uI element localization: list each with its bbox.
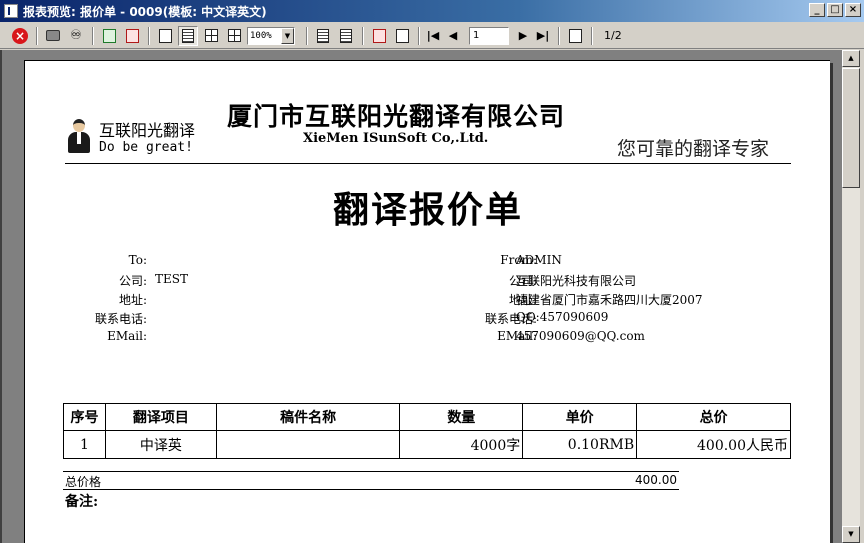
company-full-name: 厦门市互联阳光翻译有限公司 bbox=[227, 102, 566, 131]
motto: Do be great! bbox=[99, 140, 193, 155]
col-header-unit-price: 单价 bbox=[522, 403, 638, 431]
single-page-button[interactable] bbox=[155, 26, 175, 46]
print-button[interactable] bbox=[43, 26, 63, 46]
settings-button[interactable] bbox=[565, 26, 585, 46]
brand-name: 互联阳光翻译 bbox=[99, 121, 196, 140]
four-page-icon bbox=[227, 29, 241, 42]
toolbar-separator bbox=[306, 26, 308, 45]
layout-icon bbox=[317, 28, 329, 43]
export-pdf-button[interactable] bbox=[122, 26, 142, 46]
title-bar: 报表预览: 报价单 - 0009(模板: 中文译英文) _ □ × bbox=[0, 0, 864, 22]
page-count: 1/2 bbox=[604, 29, 622, 42]
col-header-quantity: 数量 bbox=[399, 403, 524, 431]
close-icon: × bbox=[12, 27, 28, 44]
toolbar: × ♾ 100% ▼ |◀ ◀ 1 ▶ ▶| 1/2 bbox=[0, 23, 864, 49]
preview-area[interactable]: 互联阳光翻译 Do be great! 厦门市互联阳光翻译有限公司 XieMen… bbox=[0, 50, 842, 543]
maximize-button[interactable]: □ bbox=[827, 3, 843, 17]
col-header-total: 总价 bbox=[636, 403, 791, 431]
cell-quantity: 4000字 bbox=[399, 430, 524, 459]
from-phone-label: 联系电话: bbox=[484, 312, 537, 326]
col-header-index: 序号 bbox=[63, 403, 106, 431]
report-page: 互联阳光翻译 Do be great! 厦门市互联阳光翻译有限公司 XieMen… bbox=[24, 60, 830, 543]
from-value: ADMIN bbox=[516, 253, 562, 267]
cell-item: 中译英 bbox=[104, 430, 217, 459]
toolbar-separator bbox=[36, 26, 38, 45]
cell-index: 1 bbox=[63, 430, 106, 459]
cell-total: 400.00人民币 bbox=[636, 430, 791, 459]
edit-icon bbox=[395, 28, 409, 43]
toolbar-separator bbox=[418, 26, 420, 45]
quote-items-table: 序号 翻译项目 稿件名称 数量 单价 总价 1 中译英 4000字 0.10RM… bbox=[63, 403, 791, 459]
tree-icon bbox=[340, 28, 352, 43]
remark-label: 备注: bbox=[65, 494, 99, 510]
zoom-select[interactable]: 100% ▼ bbox=[247, 26, 295, 45]
delete-icon bbox=[372, 28, 386, 43]
total-bottom-rule bbox=[63, 489, 679, 490]
toolbar-separator bbox=[591, 26, 593, 45]
from-phone-value: QQ:457090609 bbox=[516, 310, 609, 324]
translator-logo-icon bbox=[67, 119, 91, 153]
from-address-value: 福建省厦门市嘉禾路四川大厦2007 bbox=[516, 293, 703, 307]
chevron-down-icon[interactable]: ▼ bbox=[281, 27, 294, 44]
settings-icon bbox=[568, 28, 582, 43]
close-window-button[interactable]: × bbox=[845, 3, 861, 17]
from-email-value: 457090609@QQ.com bbox=[516, 329, 645, 343]
scroll-up-icon[interactable]: ▲ bbox=[842, 50, 860, 67]
tree-button[interactable] bbox=[336, 26, 356, 46]
toolbar-separator bbox=[362, 26, 364, 45]
company-english-name: XieMen ISunSoft Co,.Ltd. bbox=[303, 131, 489, 146]
from-address-label: 地址: bbox=[508, 293, 537, 307]
cell-doc-name bbox=[215, 430, 401, 459]
find-button[interactable]: ♾ bbox=[66, 26, 86, 46]
export-excel-button[interactable] bbox=[99, 26, 119, 46]
from-company-value: 互联阳光科技有限公司 bbox=[516, 274, 637, 288]
scroll-down-icon[interactable]: ▼ bbox=[842, 526, 860, 543]
vertical-scrollbar[interactable]: ▲ ▼ bbox=[842, 50, 860, 543]
export-pdf-icon bbox=[125, 28, 139, 43]
toolbar-separator bbox=[92, 26, 94, 45]
window-border bbox=[860, 50, 864, 543]
four-page-button[interactable] bbox=[224, 26, 244, 46]
from-company-label: 公司: bbox=[508, 274, 537, 288]
page-width-button[interactable] bbox=[178, 25, 198, 46]
table-header-row: 序号 翻译项目 稿件名称 数量 单价 总价 bbox=[63, 403, 791, 431]
header-divider bbox=[65, 163, 791, 164]
minimize-button[interactable]: _ bbox=[809, 3, 825, 17]
find-icon: ♾ bbox=[70, 28, 82, 43]
window-title: 报表预览: 报价单 - 0009(模板: 中文译英文) bbox=[23, 4, 267, 19]
toolbar-separator bbox=[148, 26, 150, 45]
page-width-icon bbox=[182, 28, 194, 43]
export-excel-icon bbox=[102, 28, 116, 43]
multi-page-button[interactable] bbox=[201, 26, 221, 46]
scroll-thumb[interactable] bbox=[842, 68, 860, 188]
close-preview-button[interactable]: × bbox=[10, 26, 30, 46]
first-page-icon[interactable]: |◀ bbox=[425, 29, 441, 42]
app-icon bbox=[4, 4, 18, 18]
toolbar-separator bbox=[558, 26, 560, 45]
zoom-value: 100% bbox=[250, 30, 272, 41]
table-row: 1 中译英 4000字 0.10RMB 400.00人民币 bbox=[63, 430, 791, 459]
cell-unit-price: 0.10RMB bbox=[522, 430, 638, 459]
slogan: 您可靠的翻译专家 bbox=[617, 138, 770, 160]
single-page-icon bbox=[158, 28, 172, 43]
report-preview-window: 报表预览: 报价单 - 0009(模板: 中文译英文) _ □ × × ♾ 10… bbox=[0, 0, 864, 543]
col-header-doc-name: 稿件名称 bbox=[215, 403, 401, 431]
edit-button[interactable] bbox=[392, 26, 412, 46]
next-page-icon[interactable]: ▶ bbox=[515, 29, 531, 42]
from-label: From: bbox=[500, 253, 537, 267]
layout-button[interactable] bbox=[313, 26, 333, 46]
report-title: 翻译报价单 bbox=[332, 189, 523, 231]
total-top-rule bbox=[63, 471, 679, 472]
print-icon bbox=[46, 30, 60, 41]
prev-page-icon[interactable]: ◀ bbox=[445, 29, 461, 42]
page-number-input[interactable]: 1 bbox=[469, 26, 509, 45]
from-email-label: EMail: bbox=[497, 329, 537, 343]
total-value: 400.00 bbox=[635, 473, 677, 487]
col-header-item: 翻译项目 bbox=[104, 403, 217, 431]
delete-button[interactable] bbox=[369, 26, 389, 46]
last-page-icon[interactable]: ▶| bbox=[535, 29, 551, 42]
multi-page-icon bbox=[204, 29, 218, 42]
